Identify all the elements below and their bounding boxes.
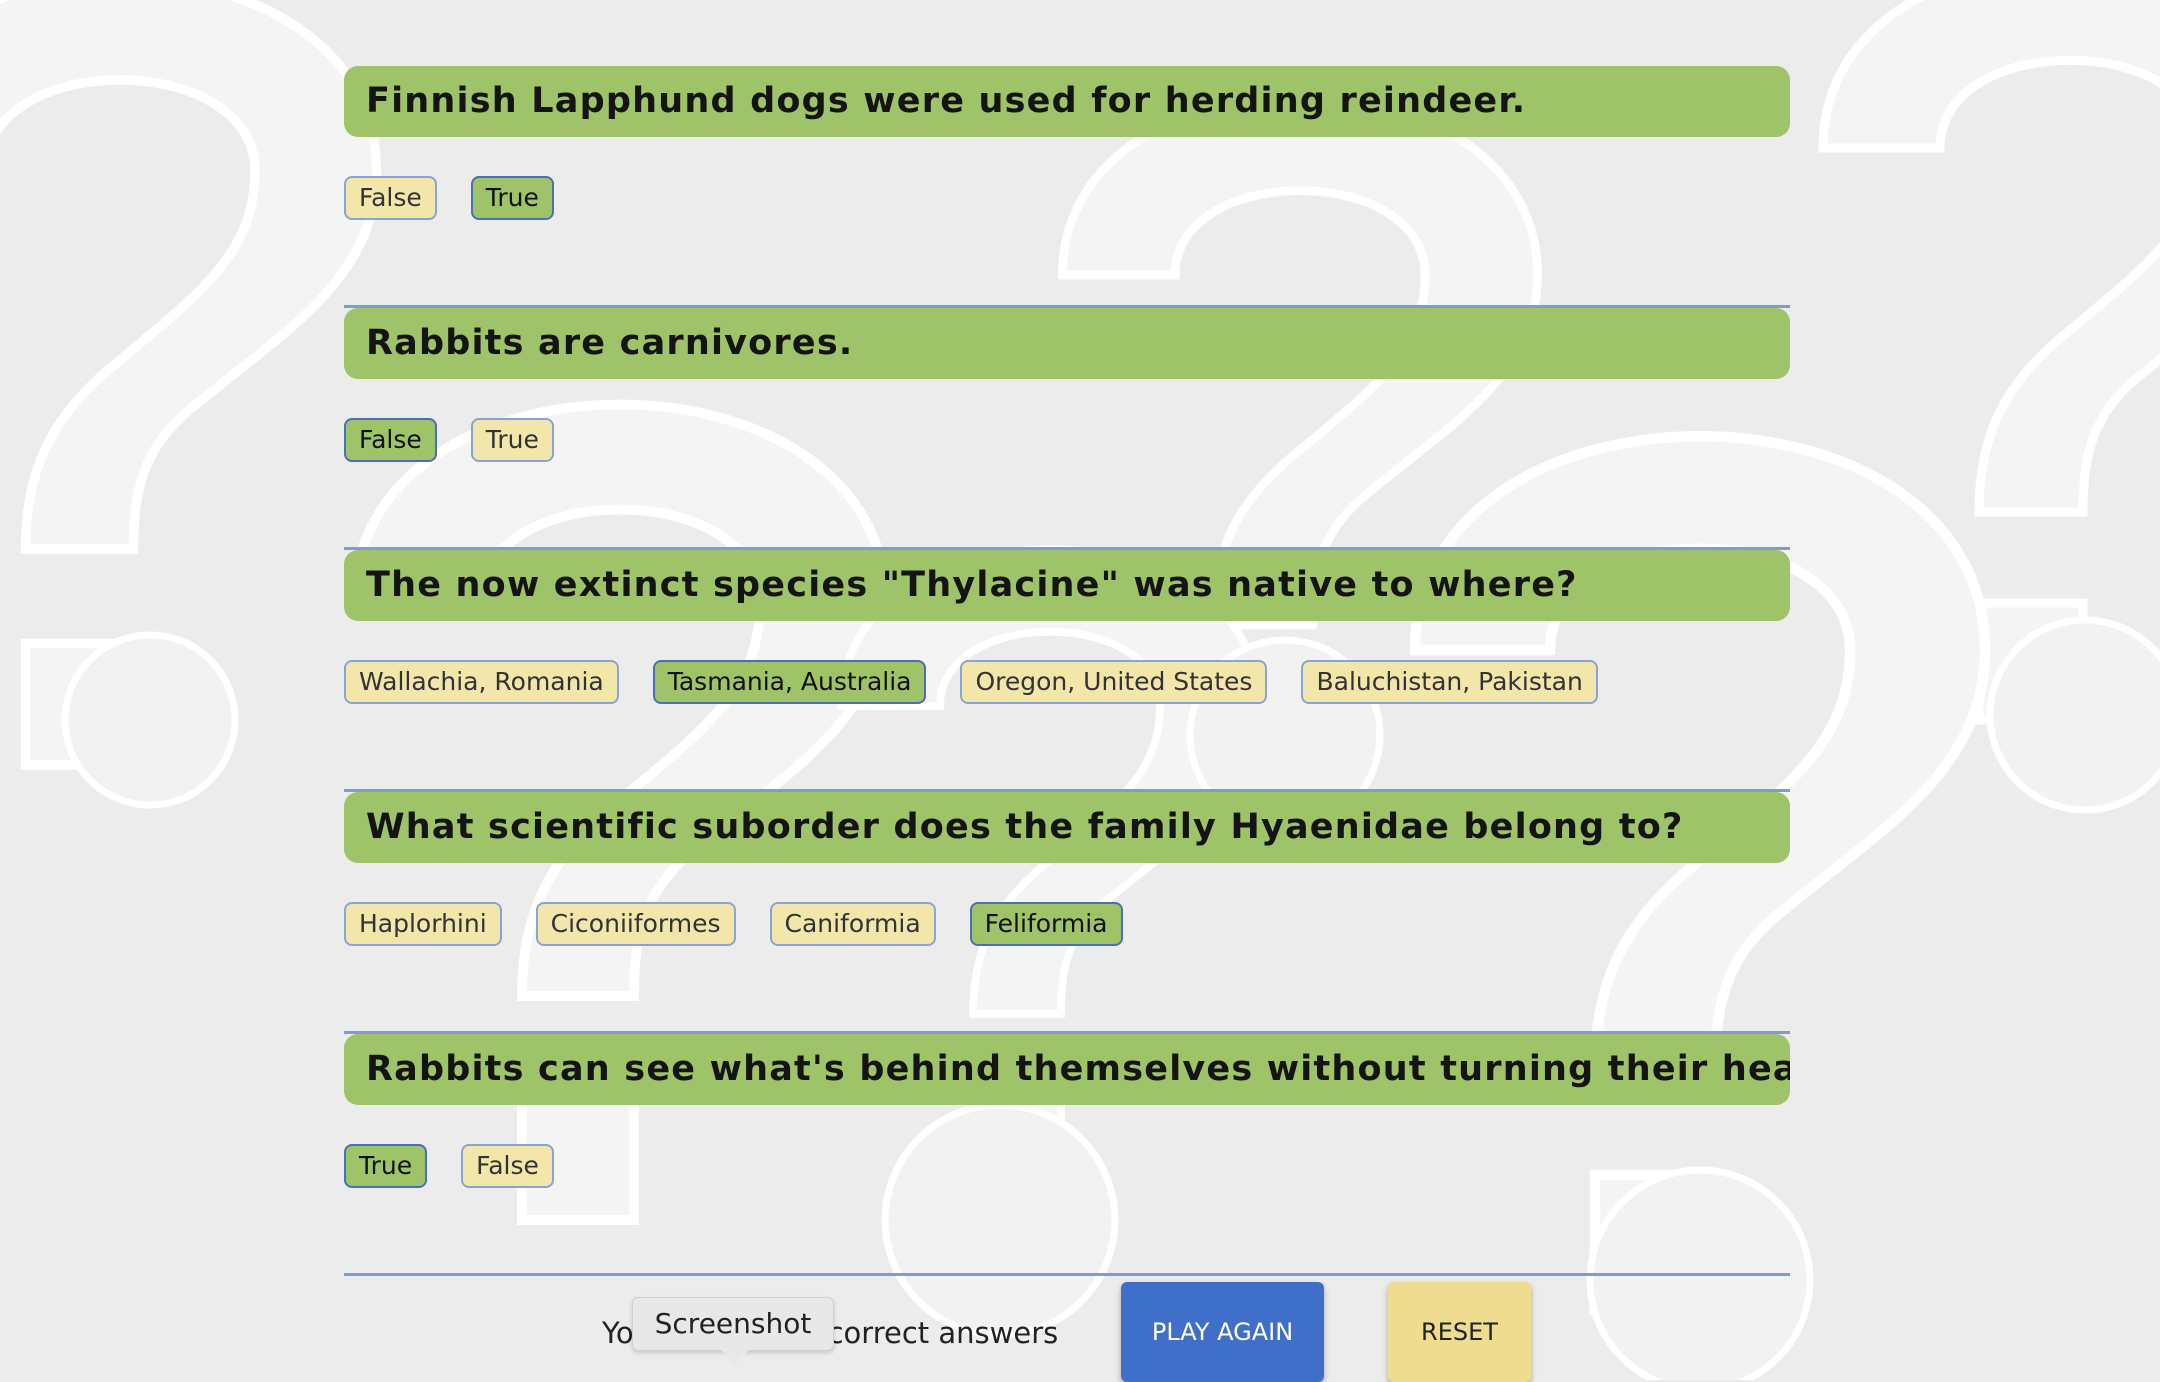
question-title: The now extinct species "Thylacine" was … [344,550,1790,621]
answer-option[interactable]: Haplorhini [344,902,502,946]
question-card: Rabbits are carnivores. False True [344,308,1790,550]
answer-option[interactable]: False [344,176,437,220]
quiz-list: Finnish Lapphund dogs were used for herd… [344,66,1790,1276]
screenshot-tooltip: Screenshot [632,1297,834,1364]
answer-option[interactable]: Caniformia [769,902,936,946]
answer-group: Wallachia, Romania Tasmania, Australia O… [344,660,1598,704]
question-title: What scientific suborder does the family… [344,792,1790,863]
answer-option[interactable]: Wallachia, Romania [344,660,619,704]
answer-option[interactable]: Oregon, United States [960,660,1268,704]
answer-option-selected[interactable]: True [470,176,554,220]
answer-group: True False [344,1144,554,1188]
quiz-footer: Yo correct answers Screenshot PLAY AGAIN … [0,1270,2160,1382]
answer-group: False True [344,418,554,462]
answer-group: Haplorhini Ciconiiformes Caniformia Feli… [344,902,1123,946]
answer-option-selected[interactable]: False [344,418,437,462]
answer-group: False True [344,176,554,220]
answer-option-selected[interactable]: True [344,1144,428,1188]
question-card: Finnish Lapphund dogs were used for herd… [344,66,1790,308]
answer-option[interactable]: True [470,418,554,462]
answer-option[interactable]: Ciconiiformes [535,902,736,946]
answer-option[interactable]: Baluchistan, Pakistan [1301,660,1598,704]
reset-button[interactable]: RESET [1388,1282,1531,1382]
score-prefix: Yo [602,1316,634,1350]
answer-option-selected[interactable]: Tasmania, Australia [652,660,927,704]
question-title: Rabbits are carnivores. [344,308,1790,379]
answer-option-selected[interactable]: Feliformia [969,902,1123,946]
question-card: The now extinct species "Thylacine" was … [344,550,1790,792]
answer-option[interactable]: False [461,1144,554,1188]
question-card: What scientific suborder does the family… [344,792,1790,1034]
play-again-button[interactable]: PLAY AGAIN [1121,1282,1324,1382]
question-card: Rabbits can see what's behind themselves… [344,1034,1790,1276]
question-title: Rabbits can see what's behind themselves… [344,1034,1790,1105]
question-title: Finnish Lapphund dogs were used for herd… [344,66,1790,137]
score-suffix: correct answers [827,1316,1059,1350]
